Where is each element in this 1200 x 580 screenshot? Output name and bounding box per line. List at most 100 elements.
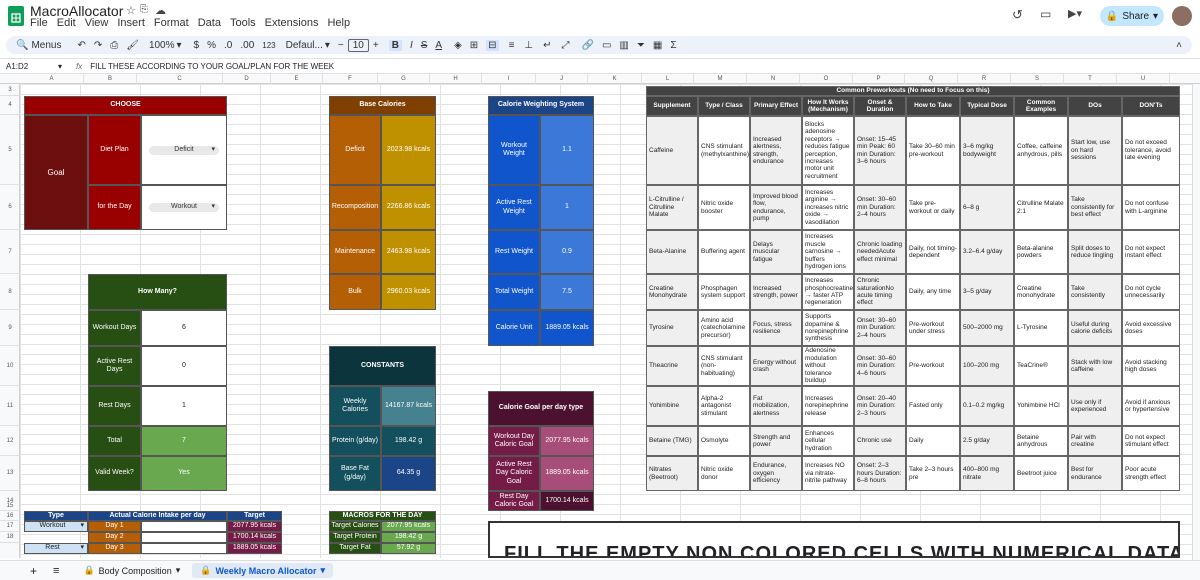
row-header[interactable]: 8: [0, 274, 20, 310]
menu-format[interactable]: Format: [154, 17, 189, 31]
column-header[interactable]: K: [588, 74, 642, 84]
wrap-icon[interactable]: ↵: [543, 40, 551, 51]
increase-decimal-button[interactable]: .00: [240, 40, 254, 51]
italic-icon[interactable]: I: [410, 40, 413, 51]
rotate-icon[interactable]: ⤢: [562, 40, 570, 51]
sheets-logo-icon[interactable]: [8, 6, 24, 26]
menu-view[interactable]: View: [85, 17, 109, 31]
intake-type-1[interactable]: Workout ▾: [24, 521, 88, 532]
search-icon[interactable]: 🔍: [16, 40, 28, 51]
column-header[interactable]: I: [482, 74, 536, 84]
name-box[interactable]: A1:D2: [0, 62, 58, 71]
decrease-decimal-button[interactable]: .0: [224, 40, 232, 51]
avatar[interactable]: [1172, 6, 1192, 26]
percent-button[interactable]: %: [207, 40, 216, 51]
filter-views-icon[interactable]: ▦: [653, 40, 662, 51]
diet-plan-dropdown[interactable]: Deficit: [149, 145, 219, 155]
star-icon[interactable]: ☆: [126, 4, 136, 17]
text-color-icon[interactable]: A: [435, 40, 442, 51]
intake-type-2[interactable]: Rest ▾: [24, 543, 88, 554]
share-button[interactable]: 🔒 Share ▾: [1100, 6, 1164, 26]
add-sheet-icon[interactable]: +: [30, 564, 37, 578]
row-header[interactable]: 4: [0, 96, 20, 115]
column-header[interactable]: R: [958, 74, 1011, 84]
tab-weekly-macro-allocator[interactable]: 🔒 Weekly Macro Allocator ▾: [192, 563, 334, 578]
font-select[interactable]: Defaul...: [286, 40, 323, 51]
name-box-chevron-icon[interactable]: ▾: [58, 62, 66, 71]
howmany-value-rest[interactable]: 1: [141, 386, 227, 426]
column-header[interactable]: A: [20, 74, 84, 84]
row-header[interactable]: 18: [0, 532, 20, 543]
diet-plan-cell[interactable]: Deficit: [141, 115, 227, 185]
history-icon[interactable]: ↺: [1012, 7, 1023, 23]
howmany-value-active[interactable]: 0: [141, 346, 227, 386]
menu-insert[interactable]: Insert: [117, 17, 145, 31]
row-header[interactable]: 12: [0, 426, 20, 456]
chevron-down-icon[interactable]: ▾: [80, 522, 84, 530]
column-header[interactable]: E: [271, 74, 323, 84]
comment-icon[interactable]: ▭: [1040, 7, 1051, 21]
day-type-dropdown[interactable]: Workout: [149, 203, 219, 212]
column-header[interactable]: P: [853, 74, 905, 84]
menu-help[interactable]: Help: [327, 17, 350, 31]
column-header[interactable]: B: [84, 74, 137, 84]
menu-tools[interactable]: Tools: [230, 17, 256, 31]
column-header[interactable]: U: [1117, 74, 1170, 84]
column-header[interactable]: G: [378, 74, 430, 84]
row-header[interactable]: 10: [0, 346, 20, 386]
column-header[interactable]: H: [430, 74, 482, 84]
row-header[interactable]: 15: [0, 501, 20, 511]
vertical-scrollbar[interactable]: [1192, 84, 1200, 560]
chevron-down-icon[interactable]: ▾: [80, 544, 84, 552]
row-header[interactable]: 6: [0, 185, 20, 230]
row-header[interactable]: 9: [0, 310, 20, 346]
menu-file[interactable]: File: [30, 17, 48, 31]
functions-icon[interactable]: Σ: [670, 40, 676, 51]
print-icon[interactable]: ⎙: [110, 40, 118, 51]
row-header[interactable]: 3: [0, 84, 20, 96]
row-header[interactable]: 17: [0, 521, 20, 532]
align-icon[interactable]: ≡: [509, 40, 515, 51]
currency-button[interactable]: $: [194, 40, 200, 51]
intake-actual-2[interactable]: [141, 532, 227, 543]
howmany-value-workout[interactable]: 6: [141, 310, 227, 346]
sheet-grid[interactable]: CHOOSE Goal Diet Plan Deficit for the Da…: [20, 84, 1192, 558]
column-header[interactable]: N: [747, 74, 800, 84]
column-header[interactable]: L: [642, 74, 694, 84]
row-header[interactable]: 5: [0, 115, 20, 185]
font-size-decrease-icon[interactable]: −: [338, 40, 344, 51]
column-header[interactable]: D: [223, 74, 271, 84]
column-header[interactable]: F: [323, 74, 378, 84]
column-header[interactable]: M: [694, 74, 747, 84]
column-header[interactable]: T: [1064, 74, 1117, 84]
column-header[interactable]: Q: [905, 74, 958, 84]
row-header[interactable]: 7: [0, 230, 20, 274]
tab-body-composition[interactable]: 🔒 Body Composition ▾: [75, 565, 188, 576]
intake-actual-3[interactable]: [141, 543, 227, 554]
column-header[interactable]: J: [536, 74, 588, 84]
hide-menus-icon[interactable]: ˄: [1176, 40, 1182, 51]
all-sheets-icon[interactable]: ≡: [53, 565, 59, 577]
zoom-select[interactable]: 100%: [149, 40, 175, 51]
number-format-button[interactable]: 123: [262, 41, 275, 50]
formula-input[interactable]: FILL THESE ACCORDING TO YOUR GOAL/PLAN F…: [90, 62, 334, 71]
column-header[interactable]: S: [1011, 74, 1064, 84]
for-day-cell[interactable]: Workout: [141, 185, 227, 230]
intake-actual-1[interactable]: [141, 521, 227, 532]
borders-icon[interactable]: ⊞: [470, 40, 478, 51]
column-header[interactable]: C: [137, 74, 223, 84]
valign-icon[interactable]: ⊥: [524, 40, 533, 51]
redo-icon[interactable]: ↷: [94, 40, 102, 51]
font-size-increase-icon[interactable]: +: [373, 40, 379, 51]
menus-search[interactable]: Menus: [31, 40, 67, 51]
paint-format-icon[interactable]: 🖌: [126, 40, 139, 51]
fill-color-icon[interactable]: ◈: [454, 40, 462, 51]
comment-add-icon[interactable]: ▭: [602, 40, 611, 51]
meet-icon[interactable]: ▶▾: [1068, 7, 1082, 20]
menu-edit[interactable]: Edit: [57, 17, 76, 31]
chart-icon[interactable]: ▥: [619, 40, 628, 51]
menu-extensions[interactable]: Extensions: [265, 17, 319, 31]
font-size-input[interactable]: 10: [347, 38, 369, 52]
cloud-icon[interactable]: ☁: [155, 4, 166, 17]
bold-icon[interactable]: B: [388, 39, 402, 51]
